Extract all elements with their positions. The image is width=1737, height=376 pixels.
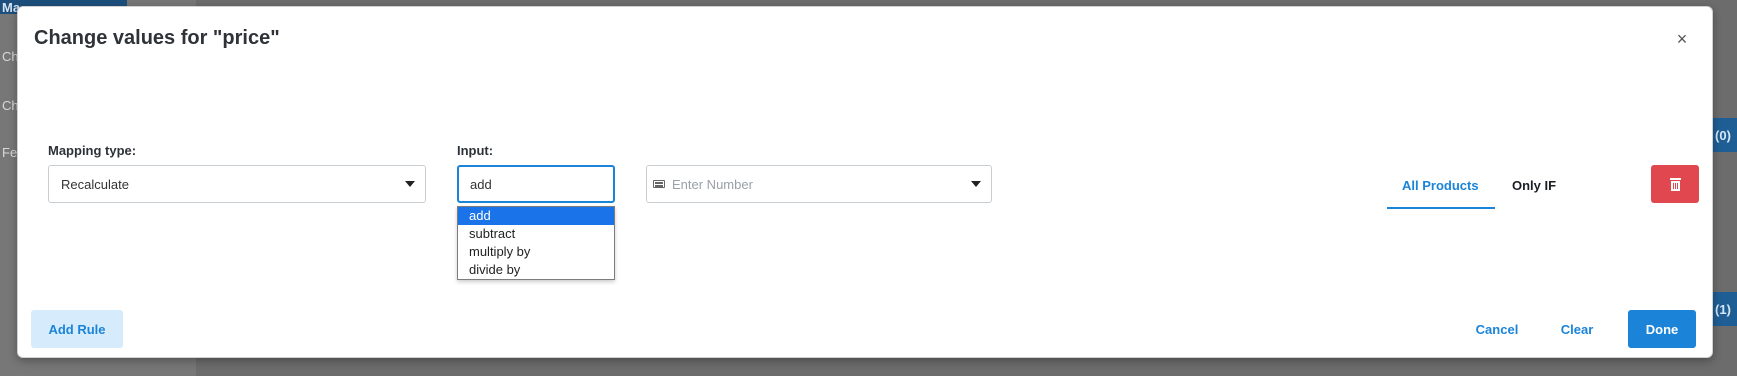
background-badge: (1)	[1709, 292, 1737, 326]
input-operation-value: add	[470, 176, 492, 192]
mapping-type-select[interactable]: Recalculate	[48, 165, 426, 203]
delete-rule-button[interactable]	[1651, 165, 1699, 203]
close-button[interactable]: ×	[1672, 29, 1692, 49]
number-input-placeholder: Enter Number	[672, 176, 753, 192]
mapping-type-label: Mapping type:	[48, 143, 137, 158]
keyboard-icon	[653, 180, 665, 188]
number-input[interactable]: Enter Number	[646, 165, 992, 203]
input-operation-dropdown: add subtract multiply by divide by	[457, 206, 615, 280]
dropdown-option-subtract[interactable]: subtract	[458, 225, 614, 243]
trash-icon	[1669, 177, 1681, 191]
dropdown-option-add[interactable]: add	[458, 207, 614, 225]
add-rule-button[interactable]: Add Rule	[31, 310, 123, 348]
tab-all-products[interactable]: All Products	[1402, 178, 1479, 193]
mapping-type-value: Recalculate	[61, 176, 129, 192]
dropdown-option-multiply-by[interactable]: multiply by	[458, 243, 614, 261]
background-badge: (0)	[1709, 118, 1737, 152]
change-values-modal: Change values for "price" × Mapping type…	[17, 6, 1713, 358]
chevron-down-icon	[971, 181, 981, 187]
input-label: Input:	[457, 143, 494, 158]
done-button[interactable]: Done	[1628, 310, 1696, 348]
background-sidebar-item: Fe	[2, 145, 18, 160]
clear-button[interactable]: Clear	[1549, 310, 1605, 348]
cancel-button[interactable]: Cancel	[1461, 310, 1533, 348]
dropdown-option-divide-by[interactable]: divide by	[458, 261, 614, 279]
close-icon: ×	[1676, 29, 1688, 49]
tab-only-if[interactable]: Only IF	[1512, 178, 1556, 193]
input-operation-field[interactable]: add	[457, 165, 615, 203]
chevron-down-icon	[405, 181, 415, 187]
modal-title: Change values for "price"	[34, 27, 280, 49]
tab-active-underline	[1387, 207, 1495, 209]
